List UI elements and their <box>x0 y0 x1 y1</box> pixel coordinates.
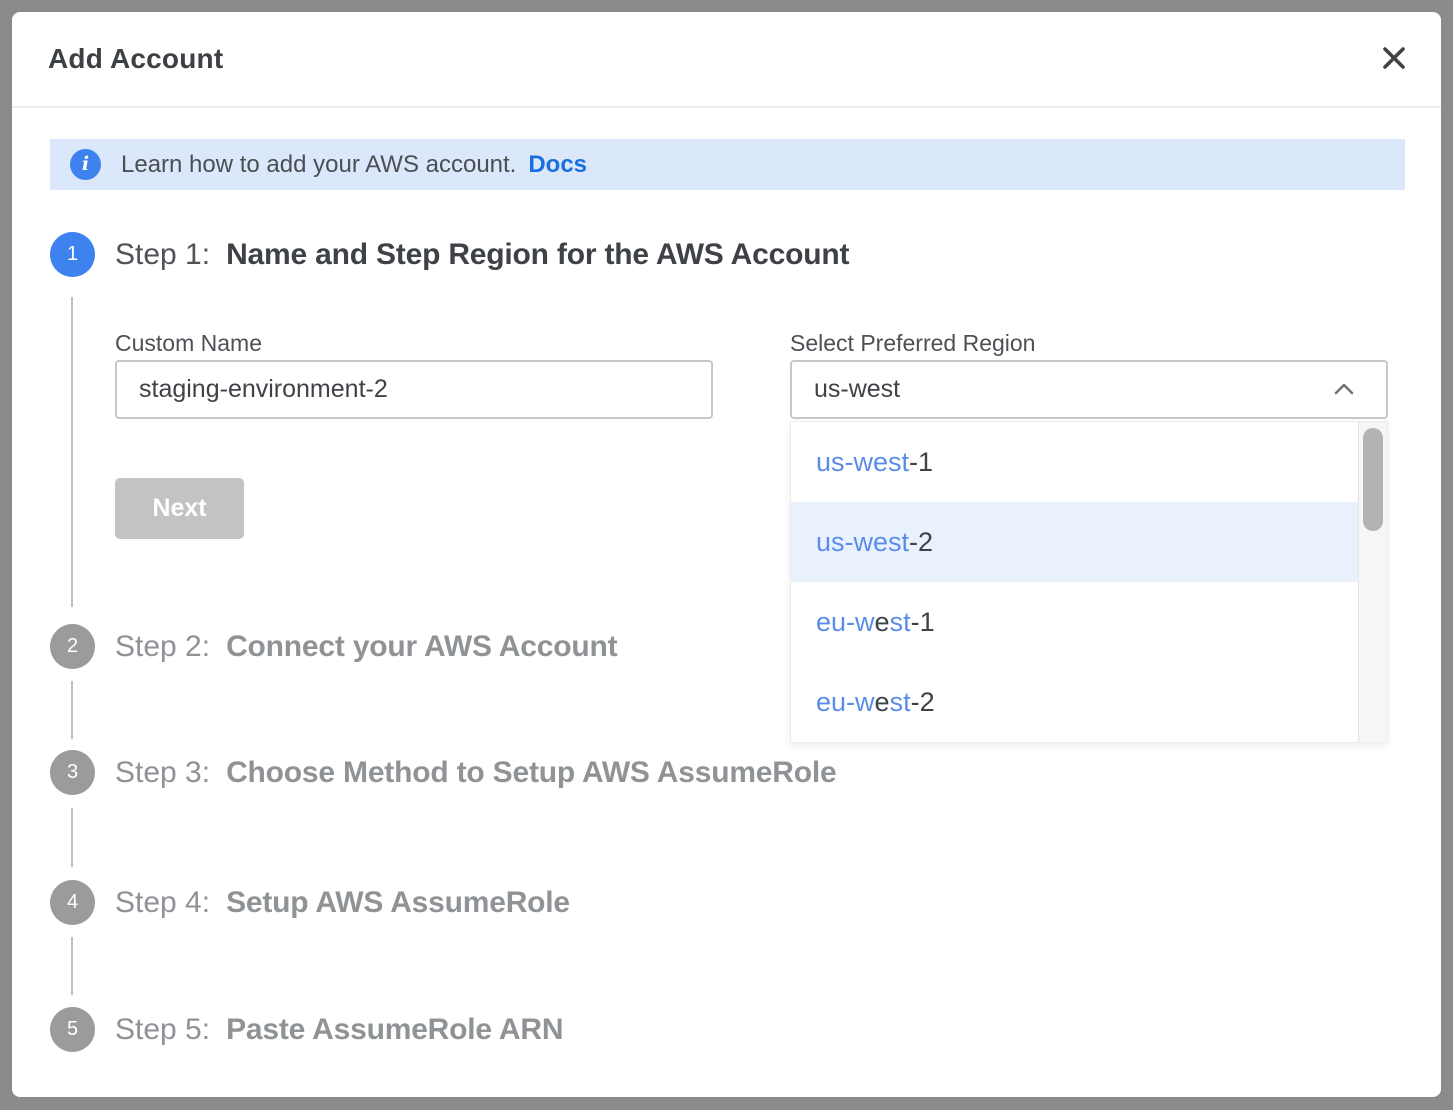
step-5-prefix: Step 5: <box>115 1013 210 1047</box>
step-3-badge: 3 <box>50 750 95 795</box>
step-3-prefix: Step 3: <box>115 756 210 790</box>
step-4-title: Setup AWS AssumeRole <box>226 886 570 920</box>
region-options-list: us-west-1 us-west-2 eu-west-1 eu-west-2 <box>791 422 1358 742</box>
step-5-badge: 5 <box>50 1007 95 1052</box>
region-combobox-input[interactable] <box>790 360 1388 419</box>
step-5-header: Step 5: Paste AssumeRole ARN <box>115 1007 563 1052</box>
step-2-header: Step 2: Connect your AWS Account <box>115 624 617 669</box>
option-text-segment: e <box>875 607 890 638</box>
region-option-us-west-2[interactable]: us-west-2 <box>791 502 1358 582</box>
close-icon <box>1380 44 1408 75</box>
option-text-segment: eu-w <box>816 687 875 718</box>
step-4-connector-line <box>71 937 73 995</box>
modal-header: Add Account <box>12 12 1441 108</box>
step-5-title: Paste AssumeRole ARN <box>226 1013 563 1047</box>
step-2-connector-line <box>71 681 73 739</box>
add-account-modal: Add Account i Learn how to add your AWS … <box>12 12 1441 1097</box>
dropdown-scrollbar-thumb[interactable] <box>1363 428 1383 531</box>
step-1-connector-line <box>71 297 73 607</box>
region-dropdown-toggle[interactable] <box>1328 374 1360 406</box>
option-text-segment: st <box>890 687 911 718</box>
info-icon: i <box>70 149 101 180</box>
custom-name-label: Custom Name <box>115 330 262 357</box>
option-text-segment: -2 <box>911 687 935 718</box>
banner-text: Learn how to add your AWS account. <box>121 151 516 179</box>
option-text-segment: us-west <box>816 527 909 558</box>
custom-name-input[interactable] <box>115 360 713 419</box>
region-option-us-west-1[interactable]: us-west-1 <box>791 422 1358 502</box>
region-label: Select Preferred Region <box>790 330 1035 357</box>
option-text-segment: -2 <box>909 527 933 558</box>
step-5-number: 5 <box>67 1018 78 1041</box>
page-title: Add Account <box>48 43 223 75</box>
step-1-header: Step 1: Name and Step Region for the AWS… <box>115 232 849 277</box>
dropdown-scrollbar-track[interactable] <box>1358 422 1387 742</box>
step-2-title: Connect your AWS Account <box>226 630 617 664</box>
option-text-segment: -1 <box>911 607 935 638</box>
region-option-eu-west-1[interactable]: eu-west-1 <box>791 582 1358 662</box>
step-2-badge: 2 <box>50 624 95 669</box>
step-1-number: 1 <box>67 243 78 266</box>
step-4-badge: 4 <box>50 880 95 925</box>
close-button[interactable] <box>1375 40 1413 78</box>
option-text-segment: e <box>875 687 890 718</box>
region-dropdown: us-west-1 us-west-2 eu-west-1 eu-west-2 <box>790 421 1388 743</box>
option-text-segment: eu-w <box>816 607 875 638</box>
step-3-title: Choose Method to Setup AWS AssumeRole <box>226 756 836 790</box>
option-text-segment: us-west <box>816 447 909 478</box>
step-3-connector-line <box>71 808 73 867</box>
step-3-number: 3 <box>67 761 78 784</box>
step-1-title: Name and Step Region for the AWS Account <box>226 238 849 272</box>
region-option-eu-west-2[interactable]: eu-west-2 <box>791 662 1358 742</box>
step-4-prefix: Step 4: <box>115 886 210 920</box>
option-text-segment: -1 <box>909 447 933 478</box>
option-text-segment: st <box>890 607 911 638</box>
step-4-header: Step 4: Setup AWS AssumeRole <box>115 880 570 925</box>
info-banner: i Learn how to add your AWS account. Doc… <box>50 139 1405 190</box>
next-button[interactable]: Next <box>115 478 244 539</box>
step-3-header: Step 3: Choose Method to Setup AWS Assum… <box>115 750 837 795</box>
docs-link[interactable]: Docs <box>528 151 587 179</box>
step-2-prefix: Step 2: <box>115 630 210 664</box>
step-1-badge: 1 <box>50 232 95 277</box>
chevron-up-icon <box>1329 374 1359 407</box>
step-1-prefix: Step 1: <box>115 238 210 272</box>
step-2-number: 2 <box>67 635 78 658</box>
step-4-number: 4 <box>67 891 78 914</box>
